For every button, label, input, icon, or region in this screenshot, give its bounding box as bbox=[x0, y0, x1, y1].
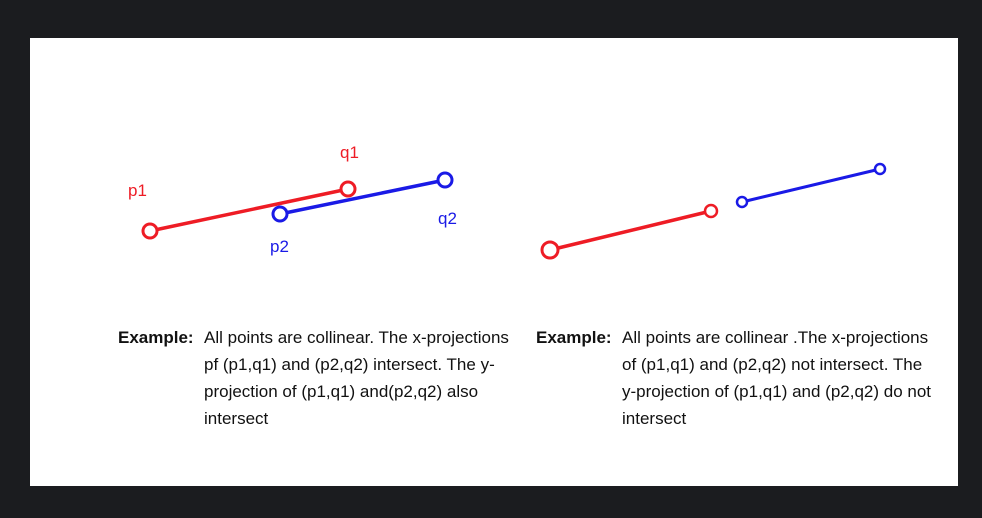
label-p1: p1 bbox=[128, 181, 147, 200]
caption-left-label: Example: bbox=[118, 328, 194, 347]
caption-left-text: All points are collinear. The x-projecti… bbox=[204, 328, 509, 428]
label-q1: q1 bbox=[340, 143, 359, 162]
segment-p2-q2-right bbox=[740, 167, 882, 204]
caption-right-label: Example: bbox=[536, 328, 612, 347]
label-q2: q2 bbox=[438, 209, 457, 228]
left-figure: p1 q1 p2 q2 bbox=[128, 143, 457, 256]
segment-p1-q1 bbox=[148, 187, 350, 233]
point-q1-right bbox=[703, 203, 719, 219]
caption-right-text: All points are collinear .The x-projecti… bbox=[622, 328, 932, 428]
point-q2-right bbox=[873, 162, 887, 176]
point-p2-right bbox=[735, 195, 749, 209]
caption-right: Example: All points are collinear .The x… bbox=[536, 324, 946, 464]
point-p1 bbox=[141, 222, 159, 240]
screen: p1 q1 p2 q2 Example: All points are coll… bbox=[0, 0, 982, 518]
label-p2: p2 bbox=[270, 237, 289, 256]
point-p1-right bbox=[540, 240, 560, 260]
caption-left: Example: All points are collinear. The x… bbox=[118, 324, 538, 464]
segment-p1-q1-right bbox=[548, 209, 713, 252]
figure-canvas: p1 q1 p2 q2 Example: All points are coll… bbox=[30, 38, 958, 486]
point-q2 bbox=[436, 171, 454, 189]
point-q1 bbox=[339, 180, 357, 198]
right-figure bbox=[540, 162, 887, 260]
point-p2 bbox=[271, 205, 289, 223]
